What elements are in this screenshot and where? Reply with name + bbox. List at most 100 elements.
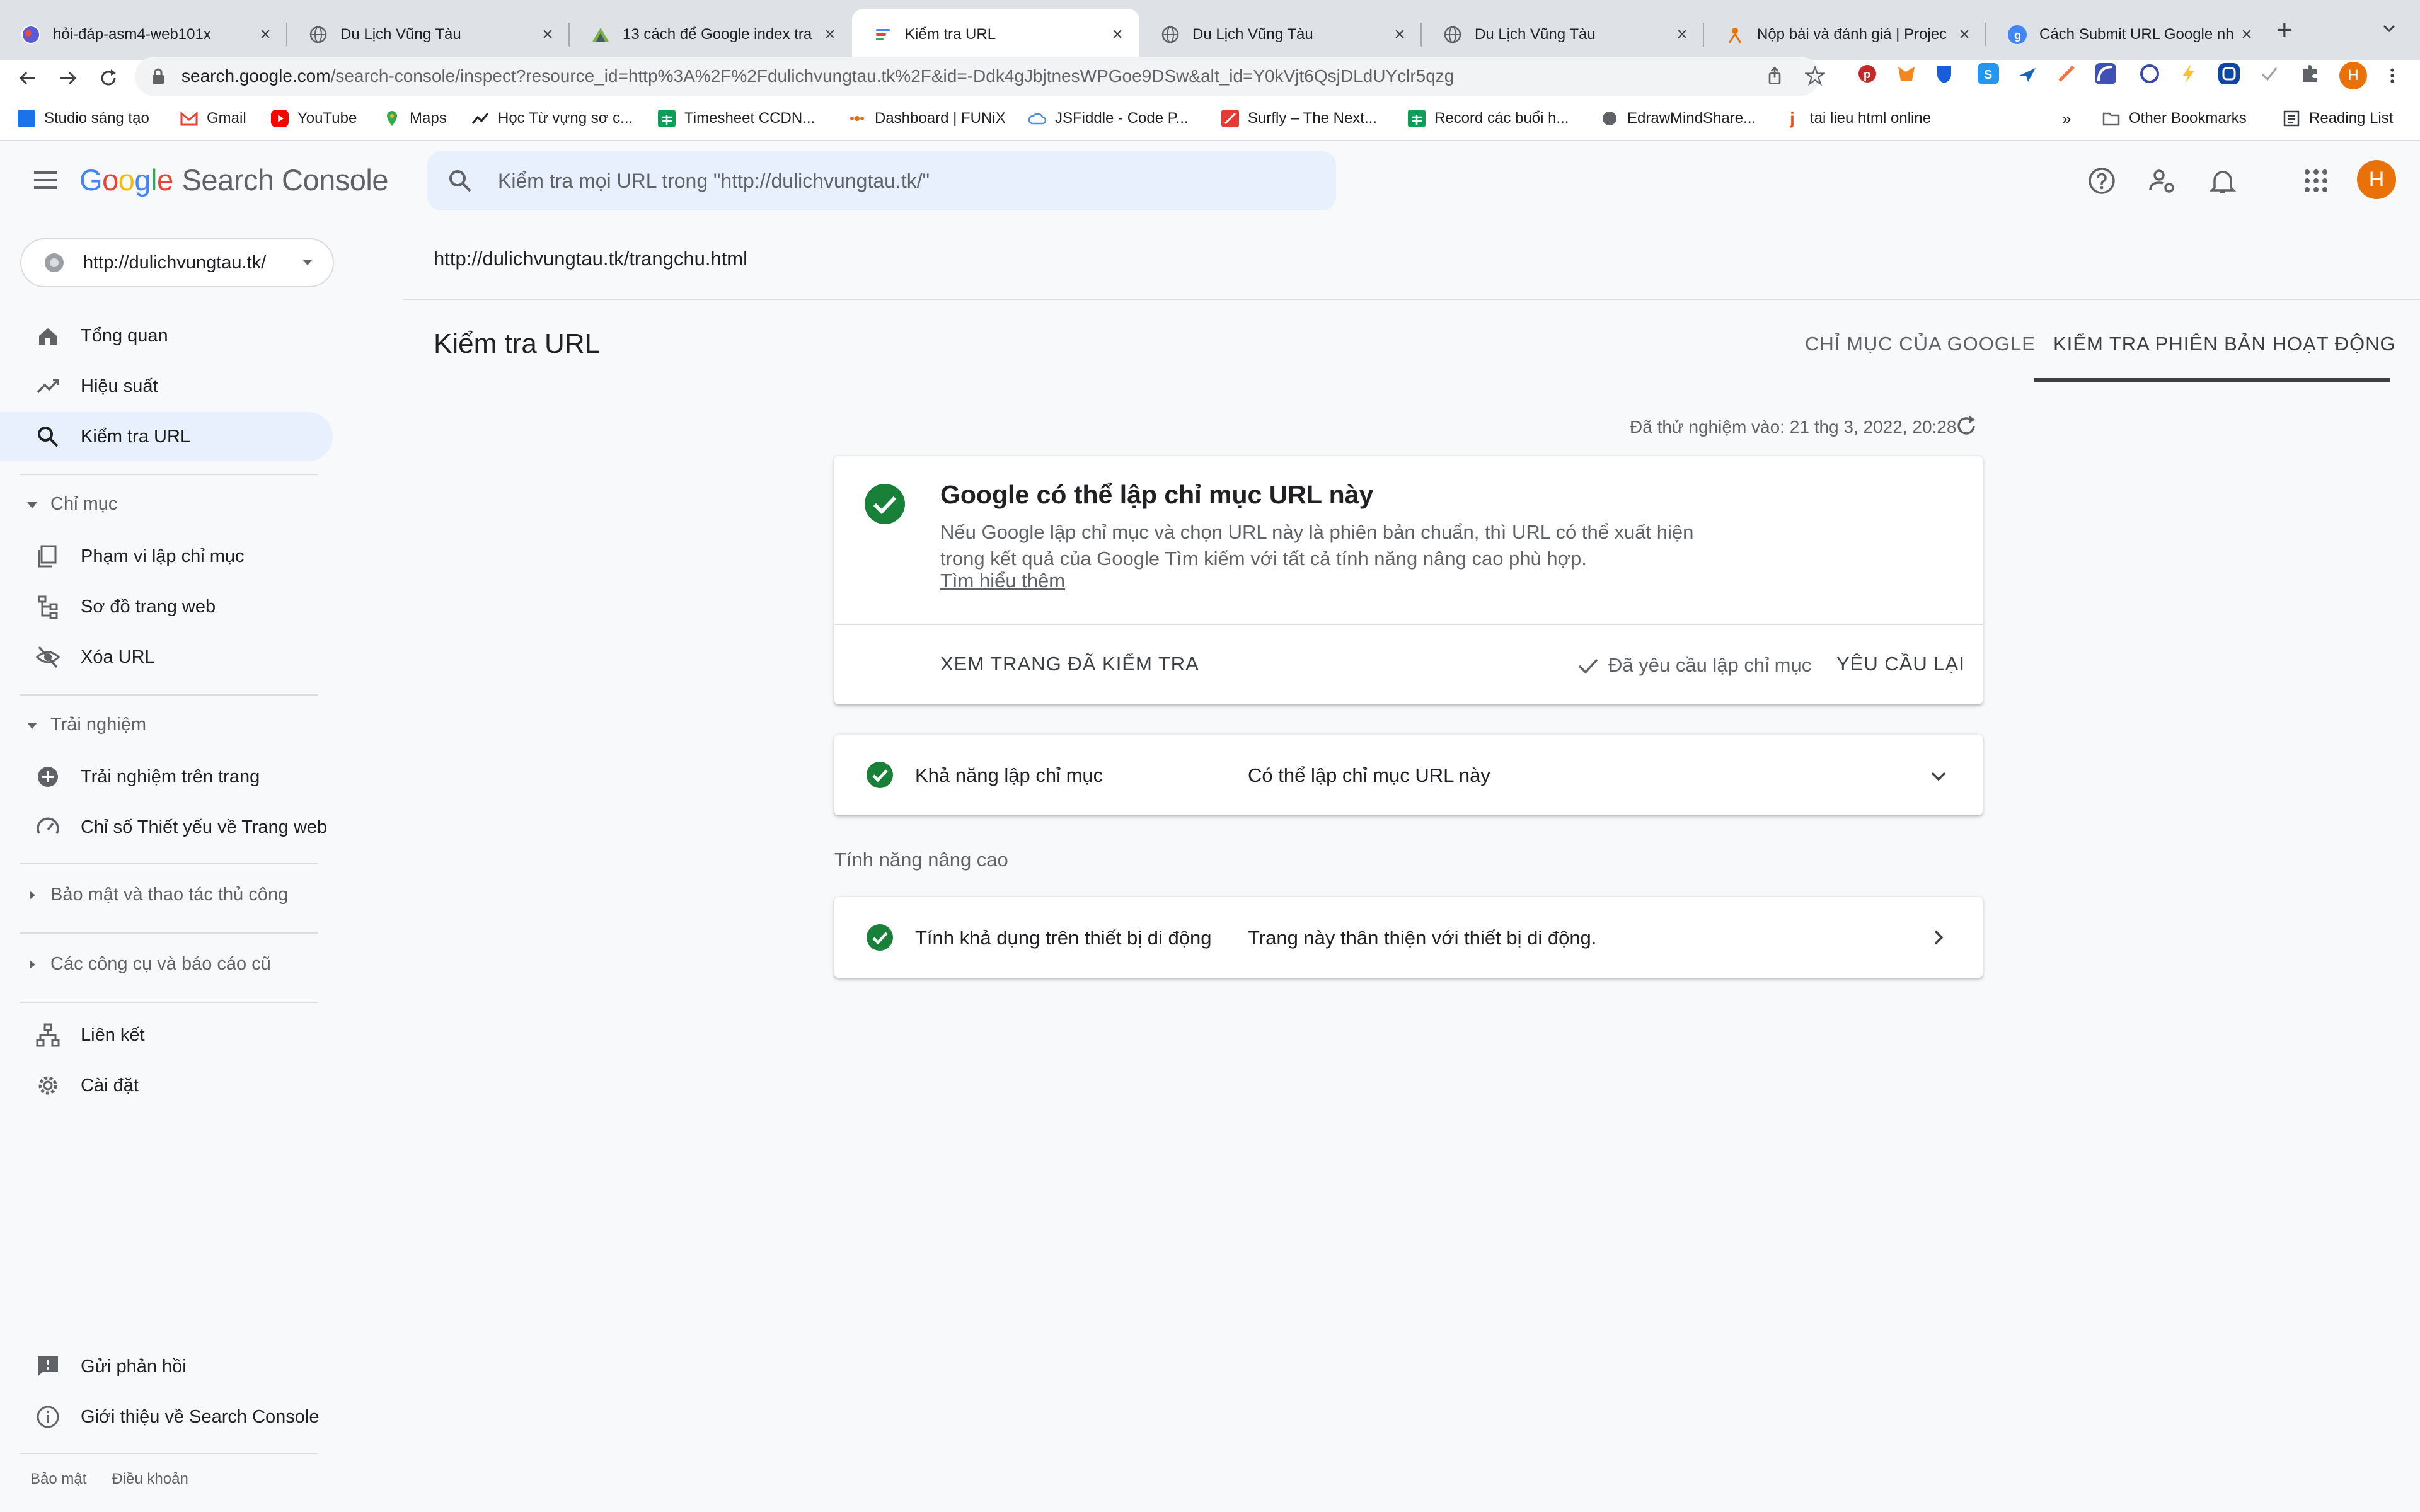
tab-google-index[interactable]: CHỈ MỤC CỦA GOOGLE: [1805, 333, 2036, 355]
notifications-button[interactable]: [2207, 165, 2238, 197]
browser-tab[interactable]: Du Lịch Vũng Tàu ×: [1422, 9, 1704, 60]
sidebar-item-links[interactable]: Liên kết: [0, 1011, 333, 1060]
sidebar-item-settings[interactable]: Cài đặt: [0, 1061, 333, 1110]
share-button[interactable]: [1762, 63, 1787, 88]
browser-tab[interactable]: Nộp bài và đánh giá | Projec ×: [1704, 9, 1986, 60]
browser-tab[interactable]: Du Lịch Vũng Tàu ×: [1139, 9, 1422, 60]
bookmark-item[interactable]: Dashboard | FUNiX: [848, 107, 1006, 130]
caret-down-icon: [27, 501, 37, 508]
browser-tab[interactable]: g Cách Submit URL Google nh ×: [1986, 9, 2269, 60]
sidebar-item-feedback[interactable]: Gửi phản hồi: [0, 1342, 333, 1391]
tab-live-test[interactable]: KIỂM TRA PHIÊN BẢN HOẠT ĐỘNG: [2053, 333, 2396, 355]
sidebar-item-coverage[interactable]: Phạm vi lập chỉ mục: [0, 532, 333, 581]
bookmark-item[interactable]: Record các buổi h...: [1408, 107, 1569, 130]
browser-tab[interactable]: Du Lịch Vũng Tàu ×: [287, 9, 570, 60]
other-bookmarks[interactable]: Other Bookmarks: [2102, 107, 2247, 130]
sidebar-item-performance[interactable]: Hiệu suất: [0, 362, 333, 411]
sidebar-item-removals[interactable]: Xóa URL: [0, 633, 333, 682]
sidebar-section-security[interactable]: Bảo mật và thao tác thủ công: [24, 885, 288, 905]
search-input[interactable]: [497, 168, 1318, 193]
bookmark-item[interactable]: Học Từ vựng sơ c...: [471, 107, 633, 130]
extension-icon[interactable]: [2139, 63, 2160, 84]
sidebar-section-index[interactable]: Chỉ mục: [24, 494, 117, 515]
browser-tab[interactable]: 13 cách để Google index tra ×: [570, 9, 852, 60]
close-tab-icon[interactable]: ×: [256, 24, 275, 45]
bookmarks-overflow-button[interactable]: »: [2062, 107, 2071, 130]
tab-favicon-icon: g: [2008, 25, 2027, 44]
reload-button[interactable]: [93, 63, 124, 93]
reading-list[interactable]: Reading List: [2283, 107, 2393, 130]
refresh-icon[interactable]: [1954, 413, 1979, 438]
extension-icon[interactable]: p: [1857, 63, 1878, 84]
bookmark-star-button[interactable]: [1802, 63, 1828, 88]
user-settings-button[interactable]: [2146, 165, 2178, 197]
extension-icon[interactable]: [2056, 63, 2077, 84]
learn-more-link[interactable]: Tìm hiểu thêm: [940, 570, 1065, 592]
chevron-right-icon[interactable]: [1926, 925, 1951, 950]
lock-icon[interactable]: [151, 68, 165, 84]
terms-link[interactable]: Điều khoản: [112, 1470, 188, 1487]
puzzle-extensions-icon[interactable]: [2299, 63, 2320, 84]
enhancements-heading: Tính năng nâng cao: [834, 849, 1008, 871]
sidebar-section-legacy[interactable]: Các công cụ và báo cáo cũ: [24, 954, 271, 975]
url-inspection-search[interactable]: [427, 151, 1336, 210]
close-tab-icon[interactable]: ×: [1390, 24, 1409, 45]
new-tab-button[interactable]: +: [2276, 14, 2293, 47]
close-tab-icon[interactable]: ×: [538, 24, 557, 45]
view-tested-page-button[interactable]: XEM TRANG ĐÃ KIỂM TRA: [940, 653, 1199, 675]
chevron-down-icon[interactable]: [1926, 764, 1951, 789]
browser-tab-active[interactable]: Kiểm tra URL ×: [852, 9, 1139, 60]
sidebar-item-sitemaps[interactable]: Sơ đồ trang web: [0, 582, 333, 631]
bookmark-item[interactable]: Timesheet CCDN...: [658, 107, 815, 130]
bookmark-item[interactable]: Surfly – The Next...: [1221, 107, 1377, 130]
bookmark-item[interactable]: EdrawMindShare...: [1601, 107, 1756, 130]
property-selector[interactable]: http://dulichvungtau.tk/: [20, 238, 334, 287]
extension-icon[interactable]: [2017, 63, 2038, 84]
address-bar[interactable]: search.google.com/search-console/inspect…: [135, 57, 1820, 96]
bookmark-item[interactable]: Maps: [383, 107, 447, 130]
browser-menu-button[interactable]: [2380, 63, 2405, 88]
close-tab-icon[interactable]: ×: [1673, 24, 1691, 45]
sidebar-item-label: Tổng quan: [81, 325, 168, 346]
privacy-link[interactable]: Bảo mật: [30, 1470, 86, 1487]
sidebar-item-label: Giới thiệu về Search Console: [81, 1406, 320, 1427]
close-tab-icon[interactable]: ×: [2237, 24, 2256, 45]
bookmark-item[interactable]: YouTube: [271, 107, 357, 130]
sidebar-section-experience[interactable]: Trải nghiệm: [24, 714, 146, 735]
menu-icon[interactable]: [30, 165, 60, 195]
sidebar-item-about[interactable]: Giới thiệu về Search Console: [0, 1392, 333, 1441]
request-again-button[interactable]: YÊU CẦU LẠI: [1836, 653, 1965, 675]
bitwarden-extension-icon[interactable]: [1933, 63, 1955, 84]
sidebar-item-page-experience[interactable]: Trải nghiệm trên trang: [0, 752, 333, 801]
address-url[interactable]: search.google.com/search-console/inspect…: [182, 66, 1820, 86]
sidebar-item-overview[interactable]: Tổng quan: [0, 311, 333, 360]
google-apps-button[interactable]: [2300, 165, 2332, 197]
trending-up-icon: [37, 379, 59, 394]
close-tab-icon[interactable]: ×: [821, 24, 839, 45]
browser-profile-avatar[interactable]: H: [2339, 62, 2367, 89]
close-tab-icon[interactable]: ×: [1108, 24, 1127, 45]
tab-title: Du Lịch Vũng Tàu: [340, 26, 461, 43]
extension-s-icon[interactable]: S: [1978, 63, 1999, 84]
tab-search-chevron-icon[interactable]: [2380, 19, 2399, 38]
close-tab-icon[interactable]: ×: [1955, 24, 1974, 45]
tab-title: Cách Submit URL Google nh: [2039, 26, 2234, 43]
lightning-extension-icon[interactable]: [2178, 63, 2199, 84]
forward-button[interactable]: [53, 63, 83, 93]
extension-icon[interactable]: [2218, 63, 2240, 84]
metamask-extension-icon[interactable]: [1896, 63, 1917, 84]
bookmark-item[interactable]: Studio sáng tạo: [18, 107, 149, 130]
check-extension-icon[interactable]: [2259, 63, 2280, 84]
extension-icon[interactable]: [2095, 63, 2116, 84]
sidebar-item-url-inspection[interactable]: Kiểm tra URL: [0, 412, 333, 461]
account-avatar[interactable]: H: [2357, 160, 2396, 199]
help-button[interactable]: [2086, 165, 2118, 197]
sidebar-item-core-web-vitals[interactable]: Chỉ số Thiết yếu về Trang web: [0, 803, 333, 852]
bookmark-item[interactable]: j tai lieu html online: [1783, 107, 1931, 130]
bookmark-item[interactable]: Gmail: [180, 107, 246, 130]
back-button[interactable]: [13, 63, 43, 93]
browser-tab[interactable]: hỏi-đáp-asm4-web101x ×: [0, 9, 287, 60]
search-console-logo[interactable]: Google Search Console: [79, 163, 389, 197]
other-bookmarks-label: Other Bookmarks: [2129, 110, 2247, 127]
bookmark-item[interactable]: JSFiddle - Code P...: [1028, 107, 1189, 130]
